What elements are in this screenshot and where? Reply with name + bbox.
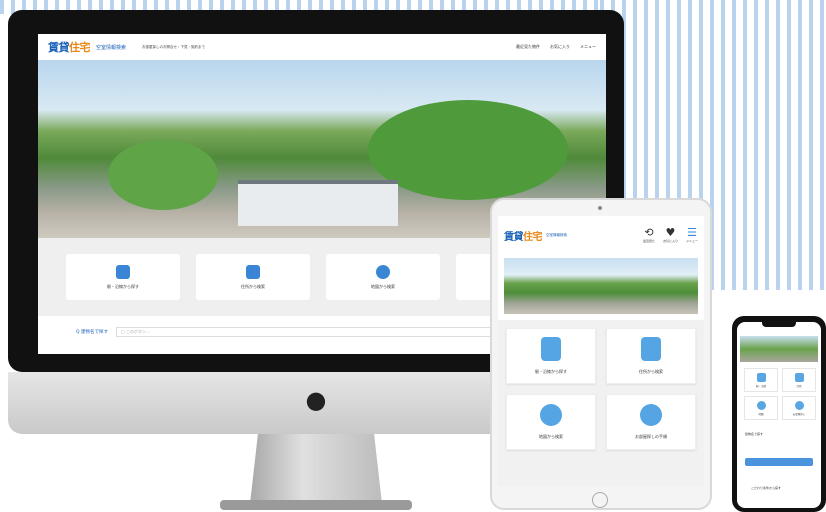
- recent-link[interactable]: 最近見た物件: [516, 44, 540, 50]
- history-icon: ⟲: [644, 226, 654, 239]
- history-button[interactable]: ⟲ 最近見た: [643, 227, 655, 243]
- site-logo[interactable]: 賃貸住宅: [48, 39, 91, 55]
- phone-screen: 駅・沿線 住所 地図 お部屋探し 建物名で探す こだわり条件から探す: [737, 322, 821, 508]
- menu-link[interactable]: メニュー: [580, 44, 596, 50]
- apple-logo-icon: ●: [305, 386, 327, 414]
- search-label: Q 建物名で探す: [76, 330, 108, 335]
- site-tagline: お部屋探しのお問合せ・下見・契約まで: [142, 44, 206, 49]
- header-links: 最近見た物件 お気に入り メニュー: [516, 44, 596, 50]
- pin-icon: [540, 404, 562, 426]
- product-mockup: 賃貸住宅 空室情報検索 お部屋探しのお問合せ・下見・契約まで 最近見た物件 お気…: [0, 0, 826, 512]
- map-icon: [641, 337, 661, 361]
- tablet-screen: 賃貸住宅 空室情報検索 ⟲ 最近見た ♥ お気に入り ☰ メニュー 駅・沿線から探す …: [498, 216, 704, 486]
- train-icon: [116, 264, 130, 279]
- map-icon: [794, 372, 804, 382]
- pin-icon: [756, 400, 766, 410]
- hero-image: [740, 336, 818, 362]
- tablet-header: 賃貸住宅 空室情報検索 ⟲ 最近見た ♥ お気に入り ☰ メニュー: [498, 216, 704, 254]
- card-map[interactable]: 地図から検索: [506, 394, 596, 450]
- search-button[interactable]: [745, 458, 813, 466]
- card-station[interactable]: 駅・沿線から探す: [66, 254, 180, 300]
- train-icon: [756, 372, 766, 382]
- menu-button[interactable]: ☰ メニュー: [686, 227, 698, 243]
- favorites-button[interactable]: ♥ お気に入り: [663, 227, 678, 243]
- card-guide[interactable]: お部屋探し: [782, 396, 816, 420]
- map-icon: [246, 264, 260, 279]
- card-address[interactable]: 住所から検索: [196, 254, 310, 300]
- hamburger-icon: ☰: [687, 226, 697, 239]
- logo-subtitle: 空室情報検索: [546, 232, 567, 237]
- logo-subtitle: 空室情報検索: [96, 44, 127, 51]
- conditions-link[interactable]: こだわり条件から探す: [751, 486, 781, 490]
- pin-icon: [376, 264, 390, 279]
- site-header: 賃貸住宅 空室情報検索 お部屋探しのお問合せ・下見・契約まで 最近見た物件 お気…: [38, 34, 606, 60]
- card-address[interactable]: 住所から検索: [606, 328, 696, 384]
- search-label: 建物名で探す: [745, 432, 764, 436]
- search-input[interactable]: □ このボタン…: [115, 327, 496, 337]
- imac-stand: [250, 434, 382, 504]
- tree-shape: [368, 100, 568, 200]
- header-icons: ⟲ 最近見た ♥ お気に入り ☰ メニュー: [643, 227, 698, 243]
- imac-foot: [220, 500, 412, 510]
- site-logo[interactable]: 賃貸住宅: [504, 228, 543, 243]
- card-address[interactable]: 住所: [782, 368, 816, 392]
- favorites-link[interactable]: お気に入り: [550, 44, 570, 50]
- phone-notch: [762, 322, 796, 327]
- search-cards: 駅・沿線から探す 住所から検索 地図から検索 お部屋探しの手順: [498, 320, 704, 486]
- train-icon: [541, 337, 561, 361]
- tree-shape: [108, 140, 218, 210]
- heart-icon: ♥: [665, 226, 676, 239]
- camera-icon: [598, 206, 602, 210]
- card-map[interactable]: 地図から検索: [326, 254, 440, 300]
- question-icon: [640, 404, 662, 426]
- home-button[interactable]: [592, 492, 608, 508]
- card-map[interactable]: 地図: [744, 396, 778, 420]
- question-icon: [794, 400, 804, 410]
- building-shape: [238, 180, 398, 226]
- card-station[interactable]: 駅・沿線: [744, 368, 778, 392]
- card-station[interactable]: 駅・沿線から探す: [506, 328, 596, 384]
- hero-image: [504, 258, 698, 314]
- card-guide[interactable]: お部屋探しの手順: [606, 394, 696, 450]
